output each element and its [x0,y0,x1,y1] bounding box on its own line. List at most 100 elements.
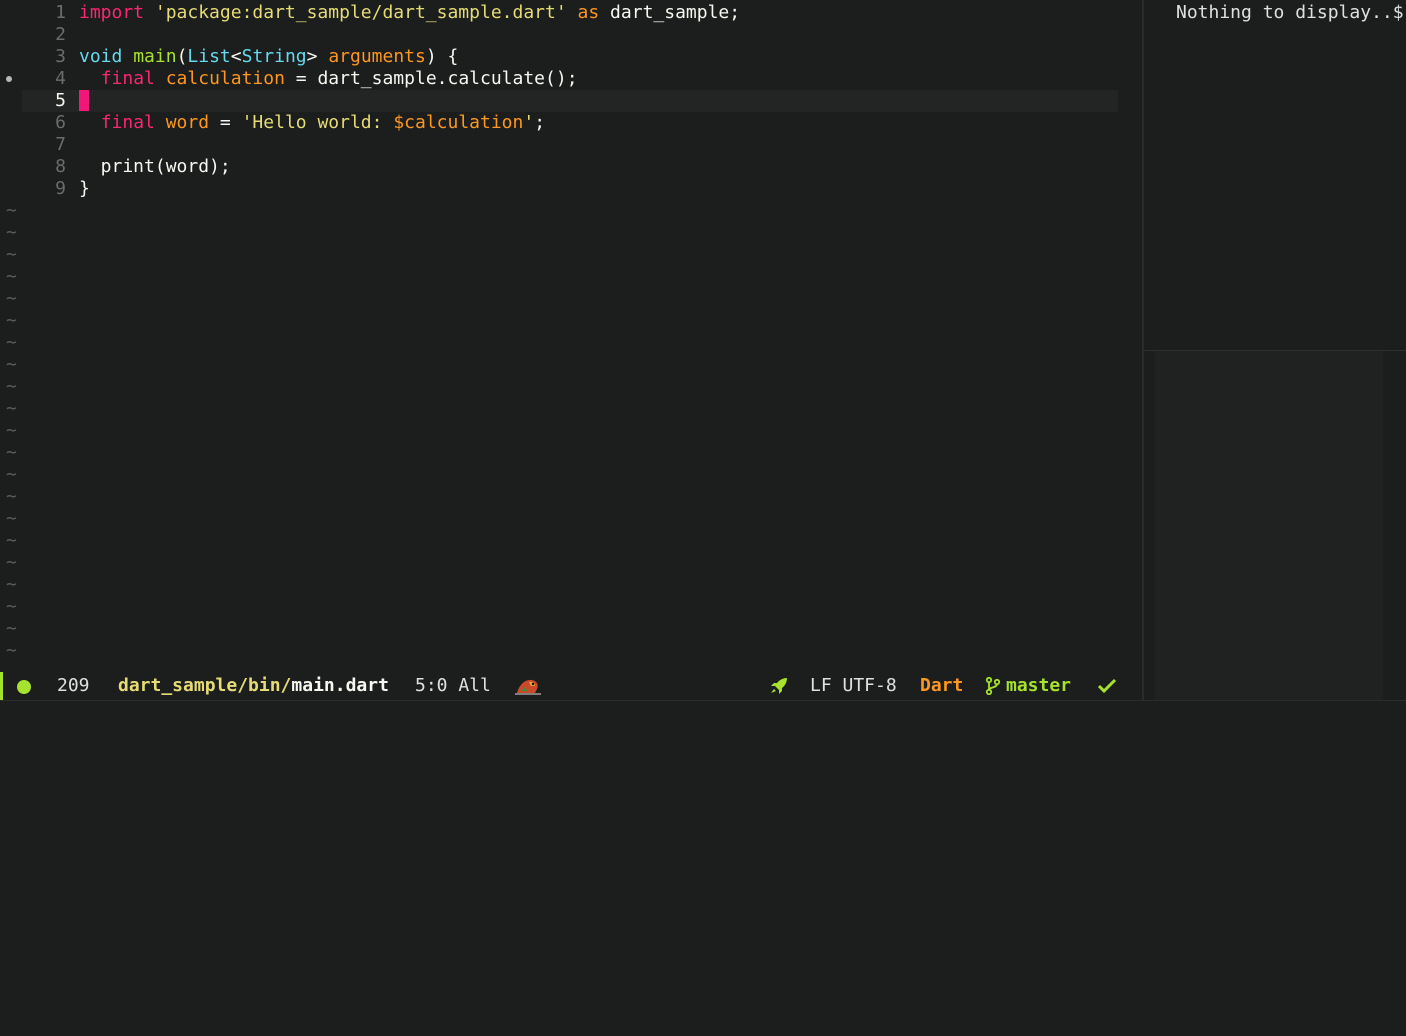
code-line[interactable]: 1 import 'package:dart_sample/dart_sample… [0,2,1142,24]
git-branch-icon [985,677,1001,695]
line-code: print(word); [79,156,231,178]
code-token: main [133,46,177,67]
buffer-path-file: main.dart [291,675,389,696]
line-code: void main(List<String> arguments) { [79,46,458,68]
rocket-icon [771,678,787,694]
current-line-highlight [22,90,1118,112]
empty-line-marker: ~ [6,244,17,265]
empty-line-marker: ~ [6,222,17,243]
checkmark-icon[interactable] [1097,678,1117,694]
code-token: = dart_sample.calculate(); [284,68,578,89]
empty-line-marker: ~ [6,442,17,463]
code-token: dart_sample; [599,2,741,23]
empty-line-marker: ~ [6,200,17,221]
code-line[interactable]: 6 final word = 'Hello world: $calculatio… [0,112,1142,134]
code-token: calculation [165,68,285,89]
code-token: as [577,2,600,23]
major-mode[interactable]: Dart [920,672,963,700]
side-panel-lower[interactable] [1155,351,1383,700]
code-line[interactable]: 8 print(word); [0,156,1142,178]
code-token: ' [523,112,535,133]
empty-line-marker: ~ [6,618,17,639]
line-number: 6 [55,112,66,133]
buffer-path-dir: dart_sample/bin/ [118,675,292,696]
line-number: 9 [55,178,66,199]
code-token: String [241,46,307,67]
active-window-indicator [0,672,3,700]
git-branch[interactable]: master [1006,672,1071,700]
text-cursor [79,90,89,111]
line-number: 3 [55,46,66,67]
mode-line: 209 dart_sample/bin/main.dart 5:0 All LF… [0,672,1142,700]
empty-line-marker: ~ [6,596,17,617]
code-token: final [100,68,155,89]
line-number: 5 [55,90,66,111]
code-token: } [79,178,90,199]
empty-line-marker: ~ [6,640,17,661]
code-line[interactable]: 7 [0,134,1142,156]
code-token: word [165,112,210,133]
line-number: 7 [55,134,66,155]
code-line[interactable]: 3 void main(List<String> arguments) { [0,46,1142,68]
code-token: import [79,2,145,23]
code-token: < [230,46,242,67]
editor-pane[interactable]: 1 import 'package:dart_sample/dart_sample… [0,0,1142,672]
code-line[interactable]: 4 final calculation = dart_sample.calcul… [0,68,1142,90]
code-token: $calculation [393,112,524,133]
line-code: final word = 'Hello world: $calculation'… [79,112,545,134]
side-panel-lower-margin [1383,351,1406,700]
empty-line-marker: ~ [6,574,17,595]
line-number: 8 [55,156,66,177]
line-code: import 'package:dart_sample/dart_sample.… [79,2,740,24]
line-number: 1 [55,2,66,23]
empty-line-marker: ~ [6,420,17,441]
empty-line-marker: ~ [6,310,17,331]
line-number: 4 [55,68,66,89]
minibuffer[interactable] [0,700,1406,723]
code-token: List [187,46,231,67]
empty-line-marker: ~ [6,552,17,573]
line-code: final calculation = dart_sample.calculat… [79,68,578,90]
code-token: print(word); [79,156,231,177]
code-line[interactable]: 9} [0,178,1142,200]
code-token: > [306,46,329,67]
side-panel[interactable]: Nothing to display..$ [1144,0,1406,351]
code-token: 'package:dart_sample/dart_sample.dart' [154,2,567,23]
code-token: arguments [328,46,426,67]
cursor-position: 5:0 All [415,675,491,696]
line-code: } [79,178,90,200]
code-token: ; [534,112,546,133]
code-token: = [209,112,242,133]
code-token: ) { [425,46,459,67]
empty-line-marker: ~ [6,288,17,309]
code-token: 'Hello world: [241,112,394,133]
code-token: final [100,112,155,133]
empty-line-marker: ~ [6,332,17,353]
code-line[interactable]: 2 [0,24,1142,46]
parrot-icon[interactable] [515,677,541,695]
fringe-marker-icon [6,76,12,82]
code-line[interactable]: 5 [0,90,1142,112]
encoding-indicator[interactable]: LF UTF-8 [810,672,897,700]
code-token: ( [176,46,188,67]
buffer-path[interactable]: dart_sample/bin/main.dart [118,672,389,700]
empty-line-marker: ~ [6,354,17,375]
empty-line-marker: ~ [6,530,17,551]
empty-line-marker: ~ [6,464,17,485]
empty-line-marker: ~ [6,508,17,529]
line-number: 2 [55,24,66,45]
empty-line-marker: ~ [6,486,17,507]
code-token: void [79,46,123,67]
side-panel-message: Nothing to display..$ [1176,2,1404,23]
empty-line-marker: ~ [6,376,17,397]
empty-line-marker: ~ [6,266,17,287]
line-count: 209 [57,675,90,696]
buffer-state-icon [17,680,31,694]
